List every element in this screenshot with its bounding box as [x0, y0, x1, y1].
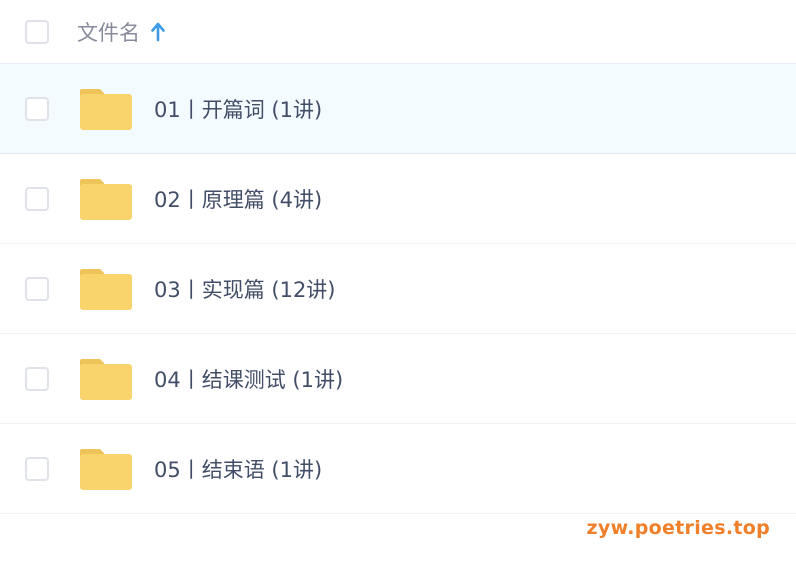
column-header-filename[interactable]: 文件名 — [77, 17, 140, 47]
row-checkbox[interactable] — [25, 366, 49, 391]
list-header: 文件名 — [0, 0, 796, 64]
list-item[interactable]: 03丨实现篇 (12讲) — [0, 244, 796, 334]
folder-name[interactable]: 05丨结束语 (1讲) — [154, 454, 322, 484]
watermark: zyw.poetries.top — [586, 517, 770, 539]
folder-name[interactable]: 03丨实现篇 (12讲) — [154, 274, 336, 304]
row-checkbox[interactable] — [25, 456, 49, 481]
folder-name[interactable]: 02丨原理篇 (4讲) — [154, 184, 322, 214]
folder-icon — [78, 447, 132, 491]
row-checkbox[interactable] — [25, 186, 49, 211]
arrow-up-icon[interactable] — [151, 22, 165, 42]
list-item[interactable]: 01丨开篇词 (1讲) — [0, 64, 796, 154]
folder-icon — [78, 357, 132, 401]
list-item[interactable]: 04丨结课测试 (1讲) — [0, 334, 796, 424]
list-item[interactable]: 02丨原理篇 (4讲) — [0, 154, 796, 244]
select-all-checkbox[interactable] — [25, 19, 49, 44]
row-checkbox[interactable] — [25, 96, 49, 121]
row-checkbox[interactable] — [25, 276, 49, 301]
folder-icon — [78, 87, 132, 131]
file-list: 文件名 01丨开篇词 (1讲) 02丨原理篇 (4讲) 03丨实现篇 (12讲)… — [0, 0, 796, 514]
folder-icon — [78, 267, 132, 311]
folder-name[interactable]: 04丨结课测试 (1讲) — [154, 364, 343, 394]
list-item[interactable]: 05丨结束语 (1讲) — [0, 424, 796, 514]
folder-icon — [78, 177, 132, 221]
folder-name[interactable]: 01丨开篇词 (1讲) — [154, 94, 322, 124]
